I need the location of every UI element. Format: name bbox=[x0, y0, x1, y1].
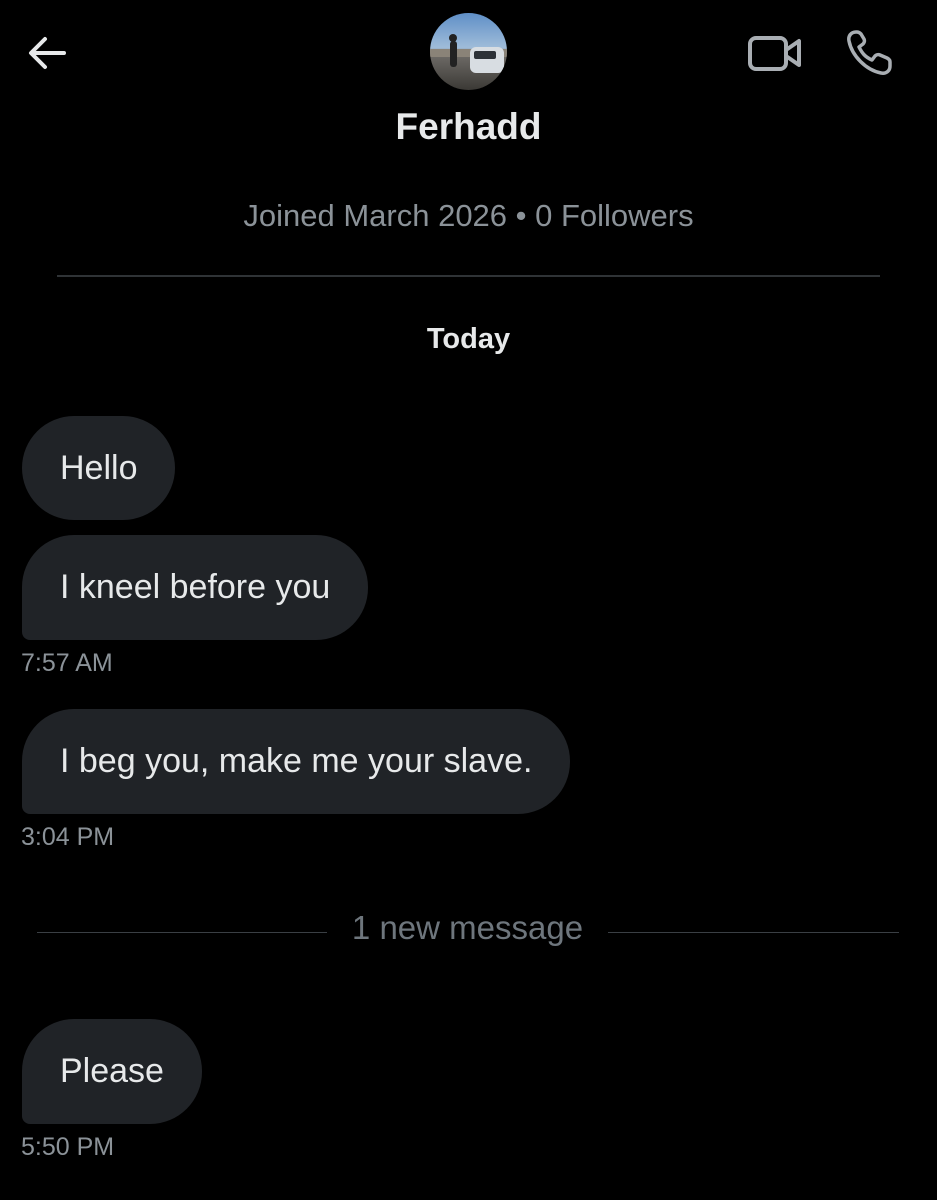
profile-name[interactable]: Ferhadd bbox=[0, 106, 937, 148]
new-message-label: 1 new message bbox=[351, 909, 584, 946]
message-bubble[interactable]: I kneel before you bbox=[22, 535, 369, 640]
message-text: I kneel before you bbox=[60, 568, 331, 606]
video-call-button[interactable] bbox=[746, 30, 804, 76]
message-text: Hello bbox=[60, 449, 138, 487]
message-bubble[interactable]: Hello bbox=[22, 416, 176, 520]
new-message-divider-right bbox=[608, 932, 899, 933]
message-bubble[interactable]: Please bbox=[22, 1019, 202, 1124]
avatar[interactable] bbox=[430, 13, 507, 90]
message-timestamp: 7:57 AM bbox=[21, 649, 113, 677]
message-bubble[interactable]: I beg you, make me your slave. bbox=[22, 709, 571, 814]
voice-call-button[interactable] bbox=[842, 26, 896, 80]
message-text: I beg you, make me your slave. bbox=[60, 742, 533, 780]
message-timestamp: 5:50 PM bbox=[21, 1133, 115, 1161]
phone-icon bbox=[847, 30, 892, 75]
avatar-photo bbox=[430, 13, 507, 90]
profile-meta: Joined March 2026 • 0 Followers bbox=[243, 198, 694, 233]
new-message-divider-left bbox=[37, 932, 327, 933]
header-divider bbox=[57, 275, 880, 277]
day-separator: Today bbox=[426, 323, 511, 355]
message-timestamp: 3:04 PM bbox=[21, 823, 115, 851]
video-camera-icon bbox=[748, 36, 801, 71]
message-text: Please bbox=[60, 1052, 164, 1090]
arrow-left-icon[interactable] bbox=[24, 30, 70, 76]
